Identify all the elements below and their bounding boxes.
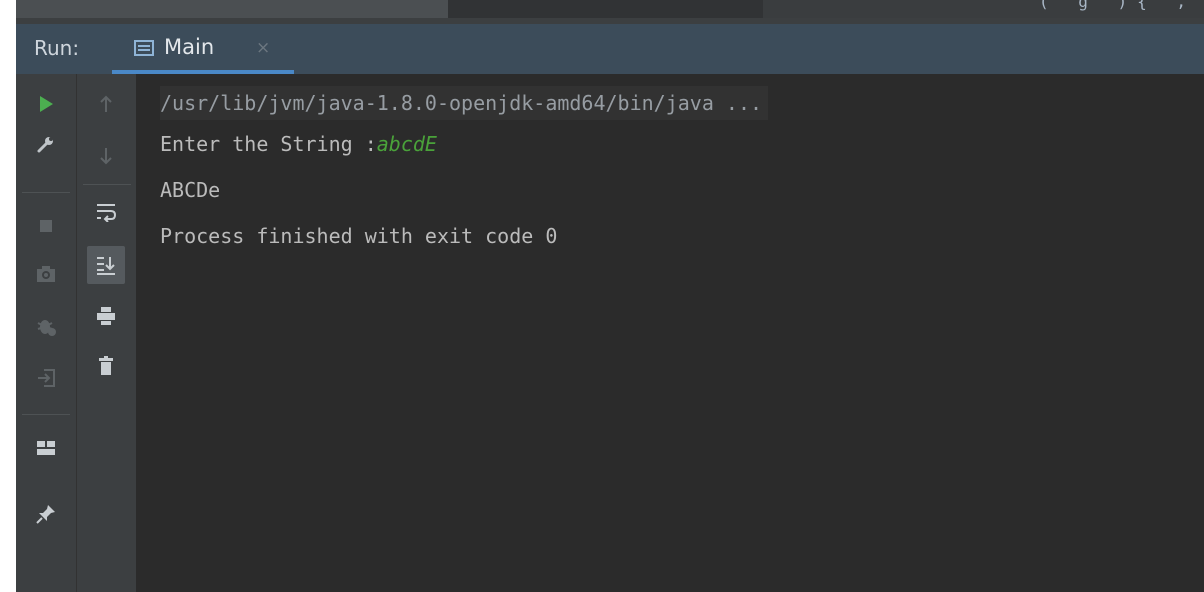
layout-icon[interactable] bbox=[30, 432, 62, 464]
toolbar-divider bbox=[83, 184, 131, 185]
prompt-text: Enter the String : bbox=[160, 132, 377, 156]
arrow-up-icon[interactable] bbox=[90, 88, 122, 120]
login-icon[interactable] bbox=[30, 362, 62, 394]
editor-tab[interactable] bbox=[448, 0, 763, 18]
print-icon[interactable] bbox=[90, 300, 122, 332]
toolbar-divider bbox=[22, 192, 70, 193]
run-icon[interactable] bbox=[30, 88, 62, 120]
tab-main[interactable]: Main × bbox=[112, 24, 294, 74]
console-output[interactable]: /usr/lib/jvm/java-1.8.0-openjdk-amd64/bi… bbox=[136, 74, 1204, 592]
pin-icon[interactable] bbox=[30, 498, 62, 530]
camera-icon[interactable] bbox=[30, 258, 62, 290]
close-icon[interactable]: × bbox=[256, 38, 270, 58]
cut-off-code-text: ( g ){ , bbox=[1038, 0, 1196, 11]
exit-message: Process finished with exit code 0 bbox=[160, 224, 558, 248]
ide-run-panel: ( g ){ , Run: Main × /usr/lib/jvm/java-1… bbox=[16, 0, 1204, 592]
run-label: Run: bbox=[34, 36, 80, 60]
command-line: /usr/lib/jvm/java-1.8.0-openjdk-amd64/bi… bbox=[160, 86, 769, 120]
toolbar-divider bbox=[22, 414, 70, 415]
run-toolbar-primary bbox=[16, 74, 76, 592]
wrench-icon[interactable] bbox=[30, 128, 62, 160]
scroll-to-end-icon[interactable] bbox=[87, 246, 125, 284]
arrow-down-icon[interactable] bbox=[90, 140, 122, 172]
user-input-text: abcdE bbox=[376, 132, 437, 156]
editor-tab-strip: ( g ){ , bbox=[16, 0, 1204, 24]
run-toolbar-secondary bbox=[76, 74, 136, 592]
output-line: ABCDe bbox=[160, 178, 221, 202]
prompt-line: Enter the String :abcdE bbox=[160, 132, 437, 156]
tab-label: Main bbox=[164, 35, 215, 59]
soft-wrap-icon[interactable] bbox=[90, 196, 122, 228]
stop-icon[interactable] bbox=[30, 210, 62, 242]
console-window-icon bbox=[134, 40, 154, 56]
editor-tab[interactable] bbox=[16, 0, 448, 18]
debug-bug-icon[interactable] bbox=[30, 310, 62, 342]
trash-icon[interactable] bbox=[90, 350, 122, 382]
run-tool-window-header: Run: Main × bbox=[16, 24, 1204, 74]
